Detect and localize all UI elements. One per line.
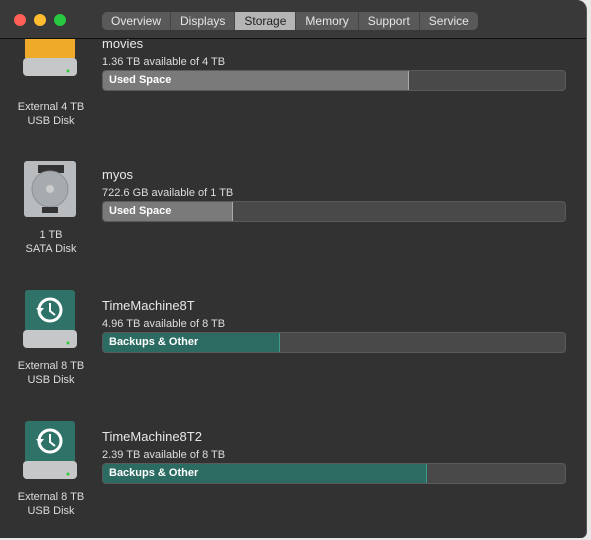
disk-kind: External 8 TB USB Disk (0, 359, 102, 387)
storage-bar-label: Backups & Other (109, 336, 199, 348)
disk-row: External 4 TB USB Disk movies 1.36 TB avail… (0, 18, 586, 169)
disk-type-label: USB Disk (27, 374, 75, 386)
toolbar: Overview Displays Storage Memory Support Serv… (0, 0, 586, 39)
disk-row: External 8 TB USB Disk TimeMachine8T2 2.39 … (0, 421, 586, 538)
disk-capacity-label: External 8 TB (17, 360, 85, 372)
tab-displays[interactable]: Displays (171, 12, 236, 30)
storage-bar: Used Space (102, 201, 566, 222)
tab-overview[interactable]: Overview (102, 12, 172, 30)
disk-kind: External 4 TB USB Disk (0, 100, 102, 128)
disk-kind: 1 TB SATA Disk (0, 228, 102, 256)
disk-type-label: SATA Disk (25, 243, 77, 255)
disk-capacity-label: 1 TB (39, 229, 63, 241)
disk-kind: External 8 TB USB Disk (0, 490, 102, 518)
disk-available: 4.96 TB available of 8 TB (102, 318, 226, 330)
storage-bar-label: Used Space (109, 205, 172, 217)
disk-capacity-label: External 8 TB (17, 491, 85, 503)
disk-type-label: USB Disk (27, 505, 75, 517)
close-button[interactable] (14, 14, 26, 26)
zoom-button[interactable] (54, 14, 66, 26)
tab-support[interactable]: Support (359, 12, 420, 30)
storage-bar-label: Used Space (109, 74, 172, 86)
disk-row: 1 TB SATA Disk myos 722.6 GB available of 1… (0, 161, 586, 300)
hard-disk-icon (22, 159, 78, 219)
time-machine-drive-icon (22, 421, 78, 481)
tab-bar: Overview Displays Storage Memory Support Serv… (102, 12, 478, 30)
disk-available: 2.39 TB available of 8 TB (102, 449, 226, 461)
disk-name: TimeMachine8T (102, 298, 195, 313)
storage-bar-label: Backups & Other (109, 467, 199, 479)
storage-window: Overview Displays Storage Memory Support Serv… (0, 0, 587, 538)
disk-name: myos (102, 167, 134, 182)
tab-service[interactable]: Service (420, 12, 478, 30)
storage-bar: Backups & Other (102, 463, 566, 484)
tab-memory[interactable]: Memory (296, 12, 359, 30)
storage-bar: Backups & Other (102, 332, 566, 353)
minimize-button[interactable] (34, 14, 46, 26)
time-machine-drive-icon (22, 290, 78, 350)
disk-available: 1.36 TB available of 4 TB (102, 56, 226, 68)
disk-capacity-label: External 4 TB (17, 101, 85, 113)
disk-available: 722.6 GB available of 1 TB (102, 187, 234, 199)
disk-row: External 8 TB USB Disk TimeMachine8T 4.96 T… (0, 290, 586, 431)
tab-storage[interactable]: Storage (235, 12, 297, 30)
disk-type-label: USB Disk (27, 115, 75, 127)
disk-name: TimeMachine8T2 (102, 429, 202, 444)
storage-bar: Used Space (102, 70, 566, 91)
